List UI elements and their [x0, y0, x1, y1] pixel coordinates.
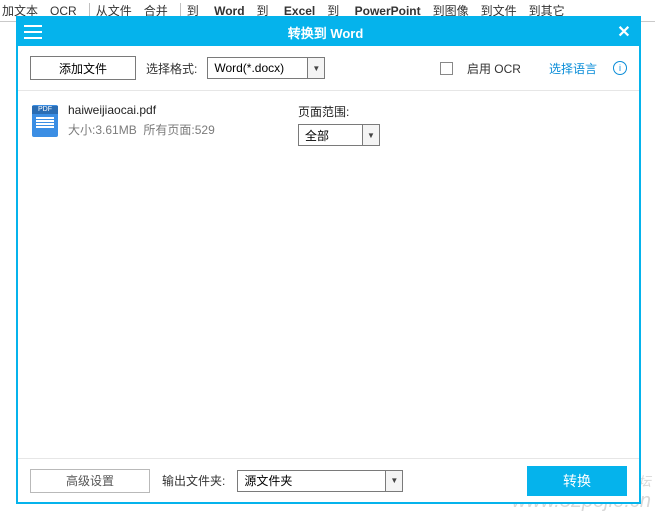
file-row: haiweijiaocai.pdf 大小:3.61MB 所有页面:529 页面范…	[32, 103, 625, 146]
chevron-down-icon[interactable]: ▼	[307, 57, 325, 79]
file-meta: 大小:3.61MB 所有页面:529	[68, 121, 288, 138]
select-language-link[interactable]: 选择语言	[549, 60, 597, 77]
pdf-file-icon	[32, 105, 58, 137]
file-list: haiweijiaocai.pdf 大小:3.61MB 所有页面:529 页面范…	[18, 91, 639, 458]
format-combo[interactable]: Word(*.docx) ▼	[207, 57, 325, 79]
options-row: 添加文件 选择格式: Word(*.docx) ▼ 启用 OCR 选择语言 i	[18, 46, 639, 91]
menu-icon[interactable]	[24, 25, 42, 39]
dialog-titlebar[interactable]: 转换到 Word ✕	[18, 18, 639, 46]
file-name: haiweijiaocai.pdf	[68, 103, 288, 117]
close-icon[interactable]: ✕	[609, 18, 639, 46]
page-range-label: 页面范围:	[298, 103, 380, 120]
convert-button[interactable]: 转换	[527, 466, 627, 496]
convert-dialog: 转换到 Word ✕ 添加文件 选择格式: Word(*.docx) ▼ 启用 …	[16, 16, 641, 504]
enable-ocr-checkbox[interactable]	[440, 62, 453, 75]
info-icon[interactable]: i	[613, 61, 627, 75]
output-folder-combo[interactable]: 源文件夹 ▼	[237, 470, 403, 492]
page-range-combo[interactable]: 全部 ▼	[298, 124, 380, 146]
enable-ocr-label: 启用 OCR	[467, 60, 521, 77]
output-folder-value[interactable]: 源文件夹	[237, 470, 385, 492]
dialog-title: 转换到 Word	[42, 23, 609, 42]
file-info: haiweijiaocai.pdf 大小:3.61MB 所有页面:529	[68, 103, 288, 146]
page-range-value[interactable]: 全部	[298, 124, 362, 146]
add-file-button[interactable]: 添加文件	[30, 56, 136, 80]
format-value[interactable]: Word(*.docx)	[207, 57, 307, 79]
output-folder-label: 输出文件夹:	[162, 472, 225, 489]
bottom-row: 高级设置 输出文件夹: 源文件夹 ▼ 转换	[18, 458, 639, 502]
chevron-down-icon[interactable]: ▼	[385, 470, 403, 492]
format-label: 选择格式:	[146, 60, 197, 77]
advanced-settings-button[interactable]: 高级设置	[30, 469, 150, 493]
chevron-down-icon[interactable]: ▼	[362, 124, 380, 146]
page-range: 页面范围: 全部 ▼	[298, 103, 380, 146]
